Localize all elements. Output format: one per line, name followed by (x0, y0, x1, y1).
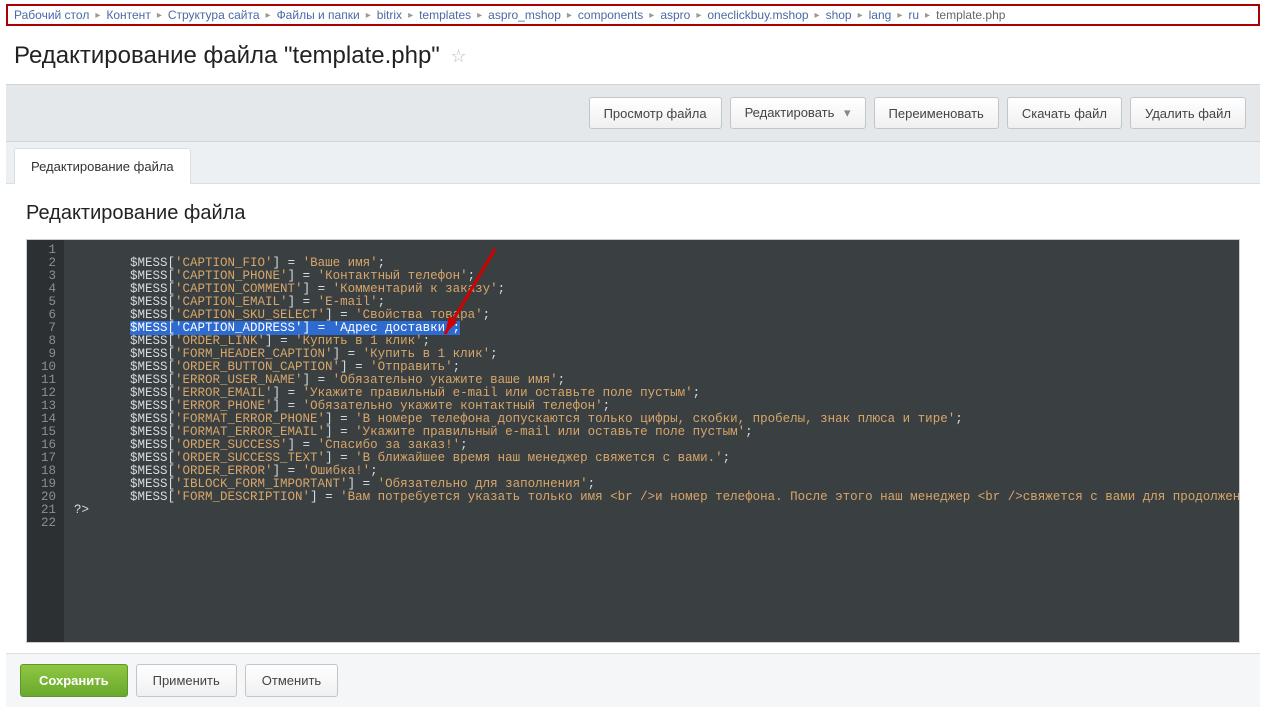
cancel-button[interactable]: Отменить (245, 664, 338, 697)
editor-gutter: 12345678910111213141516171819202122 (27, 240, 64, 642)
breadcrumb-separator-icon: ▸ (925, 10, 930, 21)
toolbar: Просмотр файла Редактировать Переименова… (6, 84, 1260, 142)
code-editor[interactable]: 12345678910111213141516171819202122 $MES… (26, 239, 1240, 643)
breadcrumb-link[interactable]: shop (826, 8, 852, 22)
breadcrumb-separator-icon: ▸ (897, 10, 902, 21)
breadcrumb-separator-icon: ▸ (567, 10, 572, 21)
breadcrumb-separator-icon: ▸ (858, 10, 863, 21)
code-line[interactable]: $MESS['FORM_DESCRIPTION'] = 'Вам потребу… (74, 491, 1239, 504)
apply-button[interactable]: Применить (136, 664, 237, 697)
breadcrumb-separator-icon: ▸ (157, 10, 162, 21)
code-line[interactable]: ?> (74, 504, 1239, 517)
page-title-text: Редактирование файла "template.php" (14, 42, 440, 69)
breadcrumb-link[interactable]: aspro (660, 8, 690, 22)
breadcrumb-link[interactable]: bitrix (377, 8, 402, 22)
breadcrumb-link[interactable]: templates (419, 8, 471, 22)
breadcrumb-link[interactable]: Структура сайта (168, 8, 260, 22)
delete-button[interactable]: Удалить файл (1130, 97, 1246, 129)
breadcrumb-link[interactable]: oneclickbuy.mshop (707, 8, 808, 22)
breadcrumb-link[interactable]: Файлы и папки (277, 8, 360, 22)
bottom-action-bar: Сохранить Применить Отменить (6, 653, 1260, 707)
breadcrumb-separator-icon: ▸ (696, 10, 701, 21)
editor-code[interactable]: $MESS['CAPTION_FIO'] = 'Ваше имя';$MESS[… (64, 240, 1239, 642)
favorite-star-icon[interactable]: ☆ (450, 46, 466, 66)
content-panel: Редактирование файла 1234567891011121314… (6, 184, 1260, 653)
rename-button[interactable]: Переименовать (874, 97, 999, 129)
breadcrumb-link[interactable]: aspro_mshop (488, 8, 561, 22)
content-heading: Редактирование файла (26, 202, 1240, 225)
page-title: Редактирование файла "template.php" ☆ (0, 36, 1266, 84)
code-line[interactable] (74, 517, 1239, 530)
tab-edit-file[interactable]: Редактирование файла (14, 148, 191, 184)
breadcrumb-separator-icon: ▸ (95, 10, 100, 21)
breadcrumb-link[interactable]: components (578, 8, 643, 22)
breadcrumb-separator-icon: ▸ (408, 10, 413, 21)
tabs: Редактирование файла (6, 142, 1260, 184)
breadcrumb-separator-icon: ▸ (477, 10, 482, 21)
breadcrumb-separator-icon: ▸ (815, 10, 820, 21)
breadcrumb: Рабочий стол ▸ Контент ▸ Структура сайта ▸ Фай… (6, 4, 1260, 26)
breadcrumb-separator-icon: ▸ (366, 10, 371, 21)
view-file-button[interactable]: Просмотр файла (589, 97, 722, 129)
download-button[interactable]: Скачать файл (1007, 97, 1122, 129)
breadcrumb-separator-icon: ▸ (649, 10, 654, 21)
breadcrumb-link[interactable]: Рабочий стол (14, 8, 89, 22)
breadcrumb-separator-icon: ▸ (266, 10, 271, 21)
save-button[interactable]: Сохранить (20, 664, 128, 697)
breadcrumb-link[interactable]: Контент (106, 8, 150, 22)
breadcrumb-current: template.php (936, 8, 1005, 22)
breadcrumb-link[interactable]: ru (908, 8, 919, 22)
breadcrumb-link[interactable]: lang (869, 8, 892, 22)
edit-file-button[interactable]: Редактировать (730, 97, 866, 129)
